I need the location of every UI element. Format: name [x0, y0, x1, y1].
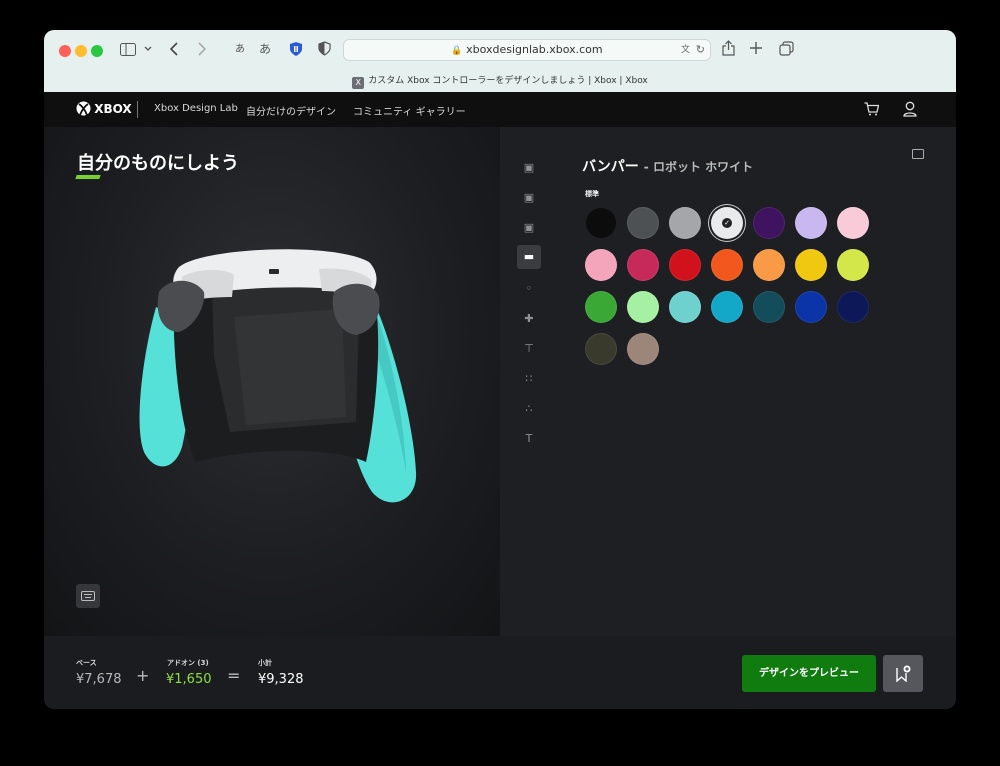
color-swatch[interactable]	[585, 291, 617, 323]
address-bar[interactable]: 🔒 xboxdesignlab.xbox.com 文 ↻	[343, 39, 711, 61]
url-text: xboxdesignlab.xbox.com	[466, 43, 603, 56]
color-swatch[interactable]	[837, 291, 869, 323]
color-swatch[interactable]	[753, 291, 785, 323]
engraving-part-icon[interactable]: T	[517, 427, 541, 451]
account-icon[interactable]	[903, 101, 917, 117]
share-icon[interactable]	[722, 40, 735, 56]
color-swatch[interactable]	[669, 249, 701, 281]
dpad-part-icon[interactable]: ✚	[517, 307, 541, 331]
color-swatch[interactable]	[627, 291, 659, 323]
price-footer: ベース ¥7,678 + アドオン (3) ¥1,650 = 小計 ¥9,328…	[44, 636, 956, 709]
customization-pane: ▣ ▣ ▣ ▬ ◦ ✚ ⊤ ∷ ∴ T バンパー - ロボット ホワイト 標準 …	[500, 127, 956, 636]
addon-price-value: ¥1,650	[166, 672, 212, 687]
body-part-icon[interactable]: ▣	[517, 156, 541, 180]
translate-icon[interactable]: 文	[681, 40, 690, 60]
nav-item-design-lab[interactable]: Xbox Design Lab	[154, 103, 238, 114]
color-swatch[interactable]	[585, 249, 617, 281]
keyboard-shortcuts-button[interactable]	[76, 584, 100, 608]
controller-preview-pane: 自分のものにしよう	[44, 127, 500, 636]
nav-divider	[137, 101, 138, 118]
close-window-button[interactable]	[59, 45, 71, 57]
controller-render[interactable]	[134, 247, 424, 517]
back-part-icon[interactable]: ▣	[517, 186, 541, 210]
color-swatch[interactable]	[837, 249, 869, 281]
color-swatch[interactable]	[627, 333, 659, 365]
color-swatch[interactable]: ✓	[711, 207, 743, 239]
part-name: バンパー	[582, 159, 639, 175]
color-swatch[interactable]	[753, 249, 785, 281]
color-swatch[interactable]	[795, 291, 827, 323]
color-swatch[interactable]	[627, 249, 659, 281]
addon-price-label: アドオン (3)	[167, 659, 209, 667]
selected-color-name: - ロボット ホワイト	[643, 160, 754, 174]
xbox-logo[interactable]: XBOX	[76, 101, 132, 117]
privacy-shield-icon[interactable]	[318, 41, 331, 56]
nav-item-community-gallery[interactable]: コミュニティ ギャラリー	[353, 103, 466, 118]
cart-icon[interactable]	[864, 102, 879, 116]
subtotal-label: 小計	[258, 659, 272, 667]
abxy-buttons-part-icon[interactable]: ∷	[517, 367, 541, 391]
active-tab[interactable]: X カスタム Xbox コントローラーをデザインしましょう | Xbox | Xb…	[44, 72, 956, 92]
selected-check-icon: ✓	[722, 218, 732, 228]
text-size-small-button[interactable]: あ	[235, 42, 245, 58]
title-accent	[75, 175, 101, 179]
color-swatch[interactable]	[669, 291, 701, 323]
grips-part-icon[interactable]: ▣	[517, 216, 541, 240]
part-heading: バンパー - ロボット ホワイト	[582, 156, 753, 176]
color-swatch[interactable]	[711, 291, 743, 323]
new-tab-icon[interactable]	[750, 42, 762, 54]
browser-chrome: あ あ 🔒 xboxdesignlab.xbox.com 文 ↻ X カスタム X…	[44, 30, 956, 92]
color-swatch[interactable]	[795, 207, 827, 239]
back-icon[interactable]	[170, 42, 178, 56]
save-design-button[interactable]	[883, 655, 923, 692]
color-swatch[interactable]	[795, 249, 827, 281]
xbox-favicon: X	[352, 77, 365, 89]
zoom-window-button[interactable]	[91, 45, 103, 57]
tab-overview-icon[interactable]	[779, 41, 794, 56]
color-swatch[interactable]	[753, 207, 785, 239]
equals-sign: =	[227, 666, 241, 685]
base-price-value: ¥7,678	[76, 672, 122, 687]
keyboard-icon	[81, 591, 95, 601]
sidebar-toggle-icon[interactable]	[120, 43, 136, 56]
plus-sign: +	[136, 666, 150, 685]
text-size-large-button[interactable]: あ	[259, 41, 271, 57]
triggers-part-icon[interactable]: ◦	[517, 277, 541, 301]
color-swatch[interactable]	[711, 249, 743, 281]
nav-item-my-designs[interactable]: 自分だけのデザイン	[246, 103, 336, 118]
password-shield-icon[interactable]	[289, 41, 303, 57]
color-swatch[interactable]	[585, 207, 617, 239]
preview-design-button[interactable]: デザインをプレビュー	[742, 655, 876, 692]
color-swatch[interactable]	[585, 333, 617, 365]
lock-icon: 🔒	[451, 46, 463, 56]
color-group-label: 標準	[585, 190, 599, 198]
page-title: 自分のものにしよう	[77, 153, 239, 174]
chevron-down-icon[interactable]	[144, 46, 152, 52]
forward-icon[interactable]	[198, 42, 206, 56]
tab-title: カスタム Xbox コントローラーをデザインしましょう | Xbox | Xbo…	[368, 76, 648, 86]
color-swatch[interactable]	[669, 207, 701, 239]
color-swatch[interactable]	[627, 207, 659, 239]
browser-window: あ あ 🔒 xboxdesignlab.xbox.com 文 ↻ X カスタム X…	[44, 30, 956, 709]
xbox-logo-text: XBOX	[94, 102, 132, 116]
bookmark-add-icon	[896, 665, 911, 682]
base-price-label: ベース	[76, 659, 97, 667]
expand-panel-button[interactable]	[912, 149, 924, 159]
subtotal-value: ¥9,328	[258, 672, 304, 687]
thumbsticks-part-icon[interactable]: ⊤	[517, 337, 541, 361]
bumpers-part-icon[interactable]: ▬	[517, 245, 541, 269]
view-menu-buttons-part-icon[interactable]: ∴	[517, 397, 541, 421]
color-swatch[interactable]	[837, 207, 869, 239]
site-header: XBOX Xbox Design Lab 自分だけのデザイン コミュニティ ギャ…	[44, 92, 956, 127]
xbox-logo-icon	[76, 101, 91, 116]
reload-icon[interactable]: ↻	[696, 40, 705, 60]
minimize-window-button[interactable]	[75, 45, 87, 57]
